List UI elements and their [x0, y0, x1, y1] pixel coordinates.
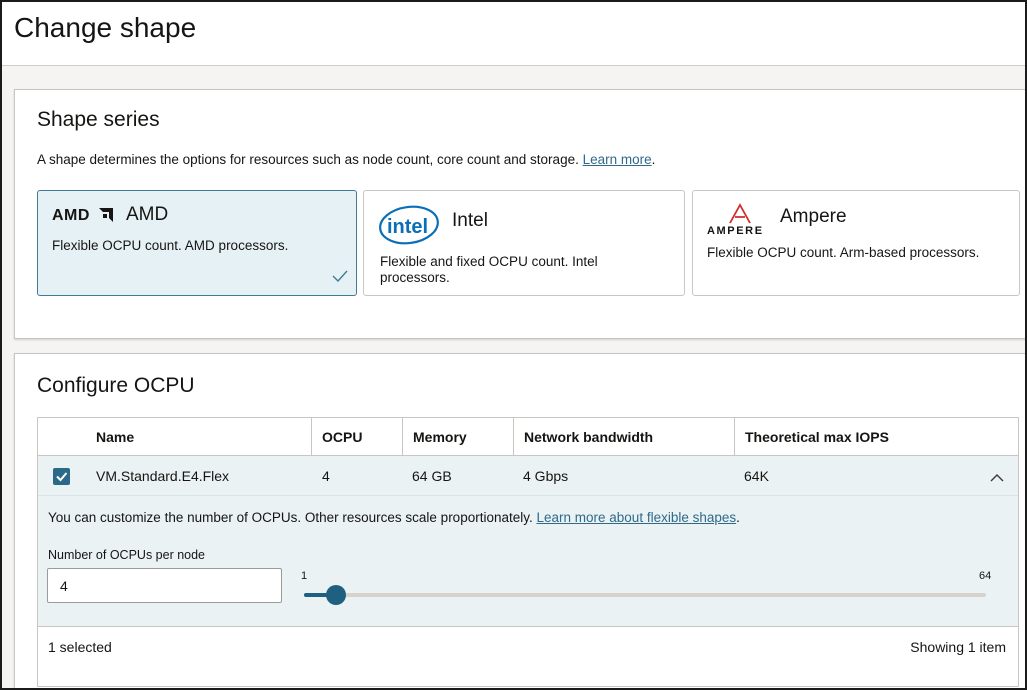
svg-text:AMD: AMD: [52, 207, 90, 223]
svg-text:AMPERE: AMPERE: [707, 225, 764, 237]
learn-more-flexible-shapes-link[interactable]: Learn more about flexible shapes: [537, 510, 737, 525]
shape-card-ampere-description: Flexible OCPU count. Arm-based processor…: [707, 245, 980, 260]
shape-series-panel: Shape series A shape determines the opti…: [14, 89, 1025, 339]
selected-count: 1 selected: [48, 639, 112, 655]
ocpu-count-input[interactable]: [47, 568, 282, 603]
slider-min-label: 1: [301, 570, 308, 582]
change-shape-dialog: Change shape Shape series A shape determ…: [0, 0, 1027, 690]
table-row[interactable]: VM.Standard.E4.Flex 4 64 GB 4 Gbps 64K: [38, 456, 1018, 496]
configure-ocpu-panel: Configure OCPU Name OCPU Memory Network …: [14, 353, 1025, 688]
slider-max-label: 64: [979, 570, 992, 582]
table-footer: 1 selected Showing 1 item: [38, 627, 1018, 667]
column-header-memory[interactable]: Memory: [402, 418, 513, 456]
column-header-ocpu[interactable]: OCPU: [311, 418, 402, 456]
cell-max-iops: 64K: [744, 468, 769, 484]
ocpu-slider-handle[interactable]: [326, 585, 347, 605]
row-detail: You can customize the number of OCPUs. O…: [38, 496, 1018, 627]
configure-ocpu-title: Configure OCPU: [37, 374, 195, 397]
shape-card-ampere-name: Ampere: [780, 206, 847, 227]
column-header-name[interactable]: Name: [86, 418, 310, 456]
select-column-header: [38, 418, 88, 456]
shape-card-ampere[interactable]: AMPERE Ampere Flexible OCPU count. Arm-b…: [692, 190, 1020, 296]
shape-card-intel-name: Intel: [452, 210, 488, 231]
shape-card-amd-name: AMD: [126, 204, 169, 225]
cell-network-bandwidth: 4 Gbps: [523, 468, 569, 484]
cell-memory: 64 GB: [412, 468, 452, 484]
customize-info: You can customize the number of OCPUs. O…: [48, 510, 740, 525]
checkmark-icon: [332, 269, 348, 287]
svg-text:intel: intel: [387, 216, 428, 238]
ocpu-slider[interactable]: [304, 585, 986, 605]
column-header-network-bandwidth[interactable]: Network bandwidth: [513, 418, 734, 456]
intel-logo: intel: [378, 203, 442, 252]
amd-logo: AMD: [52, 205, 116, 228]
showing-count: Showing 1 item: [910, 639, 1006, 655]
table-header: Name OCPU Memory Network bandwidth Theor…: [38, 418, 1018, 456]
shape-series-title: Shape series: [37, 108, 160, 131]
cell-ocpu: 4: [322, 468, 330, 484]
shape-card-amd[interactable]: AMD AMD Flexible OCPU count. AMD process…: [37, 190, 357, 296]
page-title: Change shape: [14, 12, 197, 43]
shape-series-description: A shape determines the options for resou…: [37, 152, 656, 167]
ocpu-count-label: Number of OCPUs per node: [48, 548, 206, 562]
shape-card-intel[interactable]: intel Intel Flexible and fixed OCPU coun…: [363, 190, 685, 296]
row-checkbox[interactable]: [53, 468, 70, 485]
chevron-up-icon[interactable]: [990, 469, 1004, 487]
shape-card-intel-description: Flexible and fixed OCPU count. Intel pro…: [380, 254, 598, 285]
shape-card-amd-description: Flexible OCPU count. AMD processors.: [52, 238, 289, 253]
learn-more-link[interactable]: Learn more: [583, 152, 652, 167]
ampere-logo: AMPERE: [707, 201, 773, 242]
column-header-max-iops[interactable]: Theoretical max IOPS: [734, 418, 1018, 456]
shape-series-description-text: A shape determines the options for resou…: [37, 152, 579, 167]
customize-info-text: You can customize the number of OCPUs. O…: [48, 510, 533, 525]
cell-name: VM.Standard.E4.Flex: [96, 468, 230, 484]
page-header: Change shape: [2, 2, 1025, 66]
shape-table: Name OCPU Memory Network bandwidth Theor…: [37, 417, 1019, 687]
